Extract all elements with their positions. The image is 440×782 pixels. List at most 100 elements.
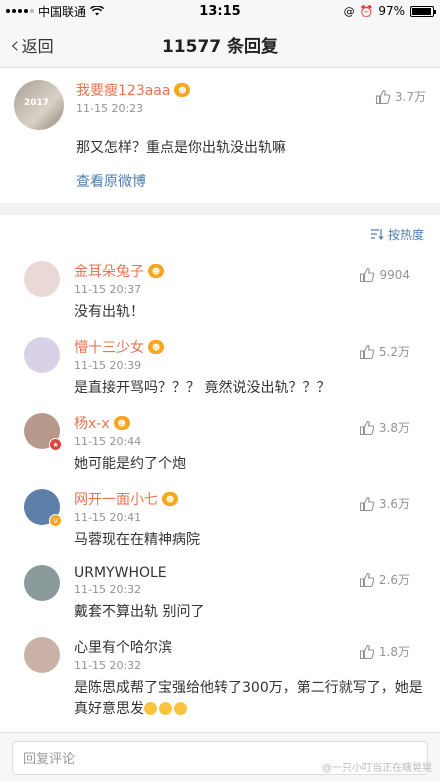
verified-badge-icon: ★ [49,438,62,451]
sort-icon [370,229,384,240]
alarm-icon: ⏰ [359,4,374,18]
like-button[interactable]: 2.6万 [359,571,410,588]
comment-header: 金耳朵兔子 ☻ 11-15 20:37 没有出轨！ 9904 [24,261,426,323]
vip-crown-icon: ☻ [174,83,191,97]
like-button[interactable]: 3.6万 [359,495,410,512]
sort-by-hot-button[interactable]: 按热度 [370,226,424,243]
avatar[interactable] [24,637,60,673]
comment-item[interactable]: 心里有个哈尔滨 11-15 20:32 是陈思成帮了宝强给他转了300万，第二行就写… [0,629,440,726]
timestamp: 11-15 20:44 [74,435,142,448]
comment-header: URMYWHOLE 11-15 20:32 戴套不算出轨 别问了 2.6万 [24,565,426,623]
back-label: 返回 [21,36,54,56]
status-right: @ ⏰ 97% [343,4,436,18]
username[interactable]: 心里有个哈尔滨 [74,637,172,657]
thumbs-up-icon [359,644,375,659]
timestamp: 11-15 20:23 [76,102,144,115]
timestamp: 11-15 20:32 [74,659,142,672]
thumbs-up-icon [359,420,375,435]
username[interactable]: 懵十三少女 [74,337,144,357]
comment-text: 马蓉现在在精神病院 [74,530,426,551]
wifi-icon [90,6,105,16]
like-button[interactable]: 3.8万 [359,419,410,436]
carrier-label: 中国联通 [38,4,87,19]
avatar[interactable] [24,565,60,601]
comment-header: 懵十三少女 ☻ 11-15 20:39 是直接开骂吗？？？ 竟然说没出轨？？？ 5.2万 [24,337,426,399]
avatar[interactable] [24,261,60,297]
watermark: @一只小叮当正在瞎晃晃 [322,763,432,774]
timestamp: 11-15 20:41 [74,511,142,524]
post-meta: 我要瘦123aaa ☻ 11-15 20:23 [76,80,426,130]
comment-header: V 网开一面小七 ☻ 11-15 20:41 马蓉现在在精神病院 3.6万 [24,489,426,551]
name-line: 我要瘦123aaa ☻ [76,80,426,100]
laughing-emoji-icon [159,702,172,715]
comment-text: 是陈思成帮了宝强给他转了300万，第二行就写了，她是真好意思发 [74,678,426,720]
like-count: 3.8万 [378,421,410,435]
like-count: 5.2万 [378,345,410,359]
sort-bar: 按热度 [0,215,440,253]
like-count: 9904 [379,268,410,282]
comment-item[interactable]: ★ 杨x-x ☻ 11-15 20:44 她可能是约了个炮 3.8万 [0,405,440,481]
username[interactable]: 我要瘦123aaa [76,80,170,100]
original-comment: 2017 我要瘦123aaa ☻ 11-15 20:23 3.7万 那又怎样？重… [0,68,440,203]
comment-item[interactable]: 金耳朵兔子 ☻ 11-15 20:37 没有出轨！ 9904 [0,253,440,329]
comment-text: 是直接开骂吗？？？ 竟然说没出轨？？？ [74,378,426,399]
comment-text: 那又怎样？重点是你出轨没出轨嘛 [76,140,286,156]
post-header: 2017 我要瘦123aaa ☻ 11-15 20:23 3.7万 [14,80,426,130]
battery-icon [410,5,436,17]
vip-crown-icon: ☻ [148,264,164,278]
sort-label: 按热度 [387,227,424,242]
thumbs-up-icon [359,344,375,359]
battery-percent: 97% [378,4,405,18]
vip-crown-icon: ☻ [162,492,178,506]
username[interactable]: 网开一面小七 [74,489,158,509]
comment-text-content: 没有出轨！ [74,304,144,320]
like-count: 1.8万 [378,645,410,659]
nav-bar: ‹ 返回 11577 条回复 [0,22,440,68]
vip-crown-icon: ☻ [148,340,164,354]
like-count: 2.6万 [378,573,410,587]
like-count: 3.6万 [378,497,410,511]
like-button[interactable]: 1.8万 [359,643,410,660]
chevron-left-icon: ‹ [10,30,20,59]
page-title: 11577 条回复 [161,37,279,57]
vip-crown-icon: ☻ [113,416,130,430]
comment-item[interactable]: URMYWHOLE 11-15 20:32 戴套不算出轨 别问了 2.6万 [0,557,440,629]
back-button[interactable]: ‹ 返回 [0,33,54,57]
status-bar: 中国联通 13:15 @ ⏰ 97% [0,0,440,22]
comment-text: 她可能是约了个炮 [74,454,426,475]
comment-text-content: 她可能是约了个炮 [74,456,186,472]
comment-item[interactable]: 懵十三少女 ☻ 11-15 20:39 是直接开骂吗？？？ 竟然说没出轨？？？ 5.2万 [0,329,440,405]
comment-list: 金耳朵兔子 ☻ 11-15 20:37 没有出轨！ 9904 懵十三少女 ☻ 11-15 20… [0,253,440,776]
comment-item[interactable]: V 网开一面小七 ☻ 11-15 20:41 马蓉现在在精神病院 3.6万 [0,481,440,557]
laughing-emoji-icon [144,702,157,715]
like-button[interactable]: 3.7万 [375,88,426,105]
like-button[interactable]: 9904 [359,267,410,283]
avatar[interactable] [24,337,60,373]
view-original-link[interactable]: 查看原微博 [76,171,426,191]
timestamp: 11-15 20:37 [74,283,142,296]
status-left: 中国联通 [6,3,105,20]
comment-text-content: 是陈思成帮了宝强给他转了300万，第二行就写了，她是真好意思发 [74,680,423,717]
verified-badge-icon: V [49,514,62,527]
comment-header: ★ 杨x-x ☻ 11-15 20:44 她可能是约了个炮 3.8万 [24,413,426,475]
laughing-emoji-icon [174,702,187,715]
avatar-text: 2017 [24,98,50,108]
username[interactable]: URMYWHOLE [74,565,167,581]
comment-header: 心里有个哈尔滨 11-15 20:32 是陈思成帮了宝强给他转了300万，第二行就写… [24,637,426,720]
thumbs-up-icon [375,89,391,104]
username[interactable]: 杨x-x [74,413,110,433]
comment-text: 戴套不算出轨 别问了 [74,602,426,623]
timestamp: 11-15 20:39 [74,359,142,372]
comment-text-content: 马蓉现在在精神病院 [74,532,200,548]
username[interactable]: 金耳朵兔子 [74,261,144,281]
avatar[interactable]: 2017 [14,80,64,130]
comment-text-content: 是直接开骂吗？？？ 竟然说没出轨？？？ [74,380,331,396]
like-button[interactable]: 5.2万 [359,343,410,360]
reply-bar: 回复评论 @一只小叮当正在瞎晃晃 [0,732,440,782]
signal-icon [6,9,34,13]
like-count: 3.7万 [394,90,426,104]
lock-rotation-icon: @ [343,4,355,18]
thumbs-up-icon [359,496,375,511]
comment-text: 没有出轨！ [74,302,426,323]
battery-fill [412,7,432,15]
